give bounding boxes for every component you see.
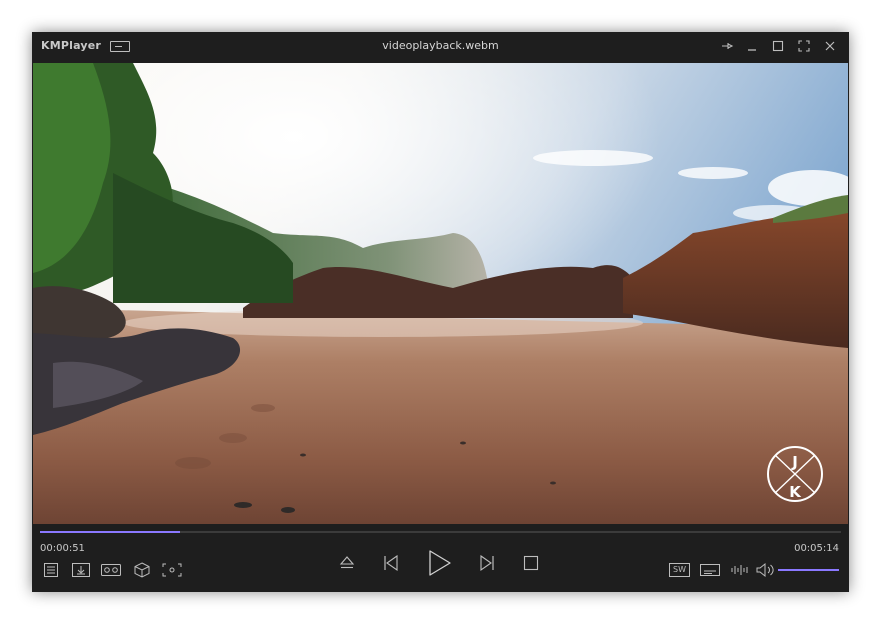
title-bar[interactable]: KMPlayer videoplayback.webm bbox=[32, 32, 849, 62]
minimize-icon bbox=[748, 49, 756, 51]
watermark-letter-top: J bbox=[791, 453, 798, 471]
close-icon bbox=[825, 41, 835, 51]
sw-decoder-button[interactable]: SW bbox=[669, 563, 690, 577]
watermark-letter-bottom: K bbox=[789, 483, 802, 501]
play-button[interactable] bbox=[426, 548, 454, 578]
audio-eq-icon bbox=[731, 565, 748, 575]
mute-button[interactable] bbox=[755, 562, 775, 578]
maximize-button[interactable] bbox=[770, 38, 786, 54]
video-frame: J K bbox=[33, 63, 848, 524]
audio-eq-button[interactable] bbox=[730, 563, 750, 577]
next-icon bbox=[480, 554, 494, 572]
seek-bar-fill bbox=[40, 531, 181, 533]
download-icon bbox=[72, 563, 90, 577]
current-time: 00:00:51 bbox=[40, 543, 85, 554]
previous-button[interactable] bbox=[382, 554, 400, 572]
seek-bar[interactable] bbox=[40, 531, 841, 533]
next-button[interactable] bbox=[478, 554, 496, 572]
download-button[interactable] bbox=[71, 562, 91, 578]
subtitle-icon bbox=[700, 564, 720, 576]
play-icon bbox=[429, 550, 451, 576]
close-button[interactable] bbox=[822, 38, 838, 54]
player-window: KMPlayer videoplayback.webm J K 00:00:51… bbox=[32, 32, 849, 592]
subtitle-button[interactable] bbox=[699, 563, 721, 577]
total-time: 00:05:14 bbox=[794, 543, 839, 554]
volume-slider[interactable] bbox=[778, 569, 839, 571]
volume-slider-fill bbox=[778, 569, 839, 571]
maximize-icon bbox=[772, 40, 784, 52]
vr-goggles-icon bbox=[101, 564, 121, 576]
pin-button[interactable] bbox=[719, 38, 735, 54]
pin-icon bbox=[722, 43, 734, 49]
capture-icon bbox=[162, 563, 182, 577]
video-area[interactable]: J K bbox=[33, 63, 848, 524]
playlist-button[interactable] bbox=[43, 562, 59, 578]
eject-icon bbox=[339, 556, 355, 569]
eject-button[interactable] bbox=[338, 554, 356, 572]
speaker-icon bbox=[756, 562, 774, 578]
vr-button[interactable] bbox=[100, 562, 122, 578]
stop-button[interactable] bbox=[523, 555, 539, 571]
capture-button[interactable] bbox=[161, 562, 183, 578]
previous-icon bbox=[384, 554, 398, 572]
playlist-icon bbox=[44, 563, 58, 577]
3d-cube-icon bbox=[134, 562, 150, 578]
fullscreen-icon bbox=[798, 40, 810, 52]
minimize-button[interactable] bbox=[744, 38, 760, 54]
fullscreen-button[interactable] bbox=[796, 38, 812, 54]
3d-mode-button[interactable] bbox=[133, 561, 151, 579]
stop-icon bbox=[523, 555, 539, 571]
